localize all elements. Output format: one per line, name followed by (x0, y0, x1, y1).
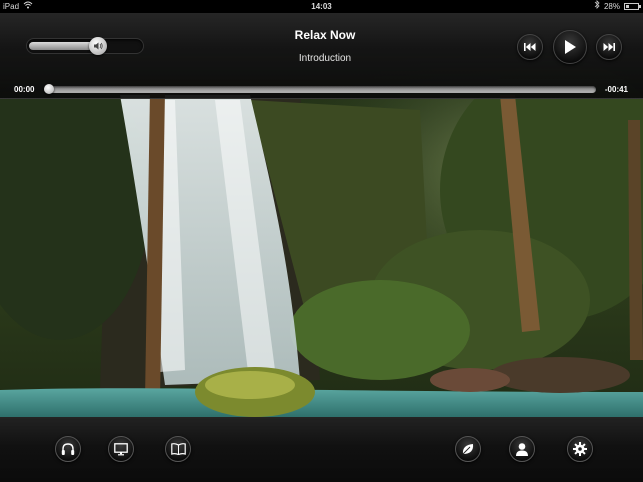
remaining-time: -00:41 (604, 85, 628, 94)
play-button[interactable] (553, 30, 587, 64)
progress-row: 00:00 -00:41 (0, 77, 643, 99)
progress-scrubber[interactable] (44, 84, 596, 94)
play-icon (565, 40, 576, 54)
settings-button[interactable] (567, 436, 593, 462)
skip-back-icon (524, 43, 536, 51)
audio-button[interactable] (55, 436, 81, 462)
battery-icon (624, 3, 641, 10)
headphones-icon (61, 442, 75, 455)
status-bar: iPad 14:03 28% (0, 0, 643, 13)
leaf-icon (462, 444, 474, 455)
screen-button[interactable] (108, 436, 134, 462)
bottom-toolbar (0, 417, 643, 482)
speaker-icon (93, 42, 103, 50)
battery-percent: 28% (603, 2, 620, 11)
player-header: Relax Now Introduction 00:00 -00:41 (0, 13, 643, 99)
book-icon (170, 443, 186, 455)
profile-button[interactable] (509, 436, 535, 462)
user-icon (516, 443, 528, 456)
track-subtitle: Introduction (298, 53, 352, 64)
elapsed-time: 00:00 (14, 85, 35, 94)
track-title: Relax Now (294, 28, 356, 42)
status-time: 14:03 (311, 2, 332, 11)
next-button[interactable] (596, 34, 622, 60)
volume-knob[interactable] (89, 37, 107, 55)
skip-forward-icon (603, 43, 615, 51)
book-button[interactable] (165, 436, 191, 462)
gear-icon (573, 442, 587, 456)
monitor-icon (114, 442, 128, 455)
nature-button[interactable] (455, 436, 481, 462)
volume-slider[interactable] (26, 37, 144, 55)
scrubber-knob[interactable] (44, 84, 54, 94)
bluetooth-icon (594, 0, 600, 13)
previous-button[interactable] (517, 34, 543, 60)
